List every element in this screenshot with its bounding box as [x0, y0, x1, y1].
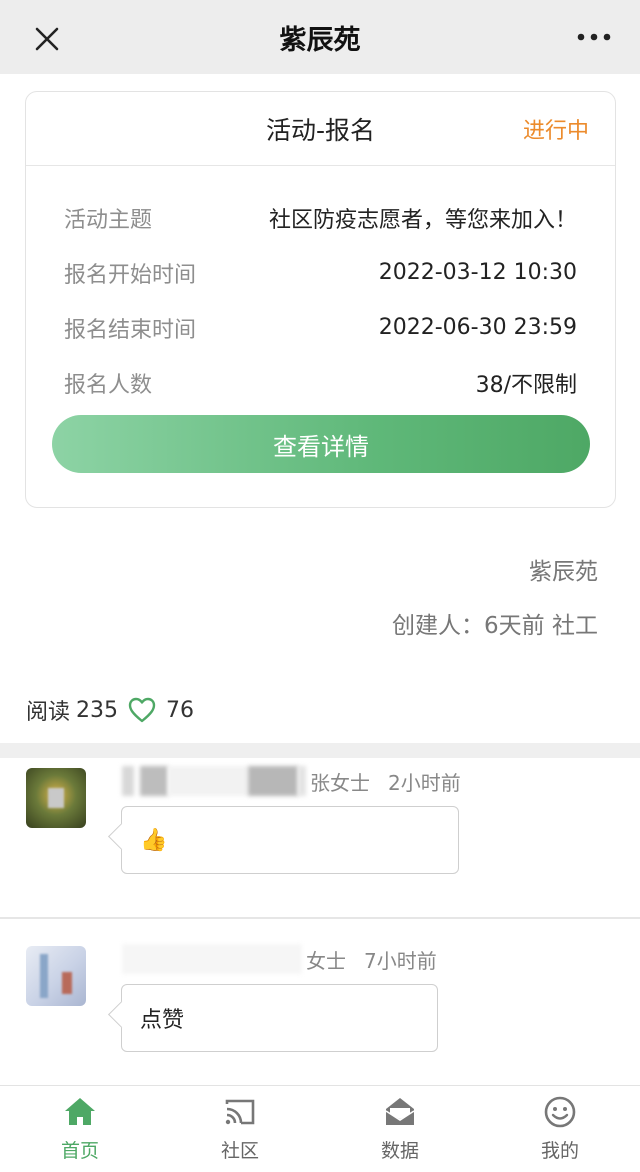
comment-content: 点赞 — [140, 1008, 185, 1033]
row-value: 2022-03-12 10:30 — [378, 260, 577, 285]
smiley-icon — [544, 1096, 576, 1128]
activity-row-topic: 活动主题 社区防疫志愿者，等您来加入！ — [26, 190, 615, 245]
comment-author: 女士 7小时前 — [122, 944, 437, 974]
blurred-name — [248, 766, 298, 796]
activity-row-start-time: 报名开始时间 2022-03-12 10:30 — [26, 245, 615, 300]
section-divider — [0, 743, 640, 758]
activity-row-end-time: 报名结束时间 2022-06-30 23:59 — [26, 300, 615, 355]
row-value: 38/不限制 — [475, 372, 577, 398]
tab-data[interactable]: 数据 — [320, 1086, 480, 1172]
row-value: 社区防疫志愿者，等您来加入！ — [268, 207, 577, 233]
cast-icon — [225, 1099, 255, 1125]
comment-time: 2小时前 — [388, 770, 461, 795]
row-value: 2022-06-30 23:59 — [378, 315, 577, 340]
activity-card-header: 活动-报名 进行中 — [26, 92, 615, 166]
post-stats: 阅读 235 76 — [26, 695, 195, 726]
blurred-name — [168, 766, 248, 796]
comment-bubble: 点赞 — [121, 984, 438, 1052]
comment-content: 👍 — [140, 827, 168, 853]
tab-home[interactable]: 首页 — [0, 1086, 160, 1172]
mail-icon — [385, 1098, 415, 1125]
row-label: 报名人数 — [64, 372, 153, 398]
activity-card-title: 活动-报名 — [265, 115, 376, 145]
comment-author: 张女士 2小时前 — [122, 766, 461, 796]
more-options-icon[interactable] — [576, 22, 612, 52]
comment-bubble: 👍 — [121, 806, 459, 874]
read-count: 235 — [76, 697, 119, 723]
tab-community[interactable]: 社区 — [160, 1086, 320, 1172]
read-label: 阅读 — [26, 700, 71, 725]
close-icon[interactable] — [30, 22, 64, 56]
home-icon — [65, 1098, 95, 1125]
bottom-tab-bar: 首页 社区 数据 我的 — [0, 1085, 640, 1172]
activity-row-participants: 报名人数 38/不限制 — [26, 355, 615, 410]
tab-label: 社区 — [220, 1140, 259, 1162]
activity-card: 活动-报名 进行中 活动主题 社区防疫志愿者，等您来加入！ 报名开始时间 202… — [25, 91, 616, 508]
tab-label: 我的 — [540, 1140, 579, 1162]
creator-info: 创建人：6天前 社工 — [392, 613, 598, 639]
blurred-name — [122, 944, 302, 974]
tab-mine[interactable]: 我的 — [480, 1086, 640, 1172]
avatar[interactable] — [26, 946, 86, 1006]
row-label: 报名开始时间 — [64, 262, 197, 288]
comment-author-name: 女士 — [306, 948, 346, 973]
blurred-name — [298, 766, 306, 796]
tab-label: 首页 — [60, 1140, 99, 1162]
heart-icon[interactable] — [128, 697, 156, 723]
comment-divider — [0, 917, 640, 919]
comment-author-name: 张女士 — [310, 770, 370, 795]
blurred-name — [122, 766, 134, 796]
status-badge: 进行中 — [522, 118, 589, 144]
like-count: 76 — [166, 697, 195, 723]
view-details-button[interactable]: 查看详情 — [52, 415, 590, 473]
tab-label: 数据 — [380, 1140, 419, 1162]
row-label: 活动主题 — [64, 207, 153, 233]
blurred-name — [140, 766, 168, 796]
top-bar: 紫辰苑 — [0, 0, 640, 74]
organization-name: 紫辰苑 — [529, 559, 598, 585]
page-title: 紫辰苑 — [279, 24, 361, 56]
comment-time: 7小时前 — [364, 948, 437, 973]
avatar[interactable] — [26, 768, 86, 828]
row-label: 报名结束时间 — [64, 317, 197, 343]
